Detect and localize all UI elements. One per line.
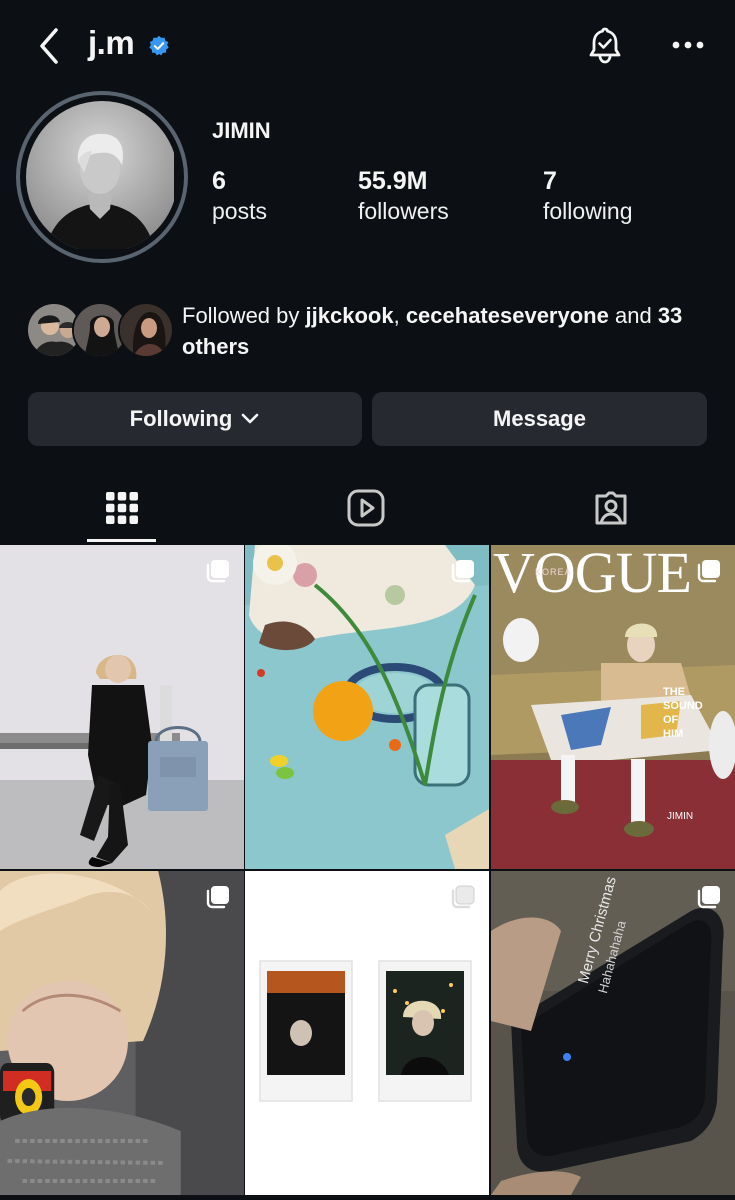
post-selfie-camera-image [0, 871, 244, 1195]
tab-tagged[interactable] [576, 480, 646, 536]
followed-by-prefix: Followed by [182, 303, 300, 328]
post-polaroids-image [245, 871, 489, 1195]
profile-avatar[interactable] [16, 91, 188, 263]
post-thumbnail[interactable] [0, 871, 244, 1195]
multiple-images-icon [206, 886, 229, 909]
avatar [118, 302, 174, 358]
notifications-button[interactable] [583, 24, 627, 68]
conjunction: and [614, 303, 652, 328]
stat-value: 7 [543, 167, 557, 195]
avatar-photo [26, 101, 174, 249]
magazine-edition: KOREA [535, 567, 572, 577]
stat-label: followers [358, 198, 449, 224]
back-button[interactable] [30, 24, 70, 68]
cover-name: JIMIN [667, 811, 694, 822]
followed-by-text[interactable]: Followed by jjkckook, cecehateseveryone … [182, 300, 722, 362]
top-bar: j.m [0, 0, 735, 95]
stat-label: following [543, 198, 633, 224]
post-thumbnail[interactable] [245, 871, 489, 1195]
mutual-user-link[interactable]: cecehateseveryone [406, 303, 609, 328]
more-options-button[interactable] [668, 30, 708, 60]
multiple-images-icon [206, 560, 229, 583]
message-button[interactable]: Message [372, 392, 707, 446]
multiple-images-icon [697, 886, 720, 909]
stat-label: posts [212, 198, 267, 224]
verified-badge-icon [149, 35, 169, 56]
post-table-still-life-image [245, 545, 489, 869]
bell-icon [589, 27, 621, 64]
stat-value: 6 [212, 167, 226, 195]
following-button[interactable]: Following [28, 392, 362, 446]
chevron-down-icon [242, 413, 259, 424]
following-label: Following [129, 406, 233, 431]
tab-posts[interactable] [87, 480, 157, 536]
posts-count[interactable]: 6 posts [212, 166, 267, 226]
more-horizontal-icon [672, 41, 704, 49]
multiple-images-icon [451, 885, 475, 909]
grid-icon [106, 492, 138, 524]
multiple-images-icon [697, 560, 720, 583]
post-suit-bench-image [0, 545, 244, 869]
posts-grid: VOGUE KOREA THE SOUND OF HIM JIMIN Merry… [0, 545, 735, 1200]
username-title: j.m [88, 24, 135, 61]
post-thumbnail[interactable]: Merry Christmas Hahahahaha [491, 871, 735, 1195]
followers-count[interactable]: 55.9M followers [358, 166, 449, 226]
post-thumbnail[interactable] [245, 545, 489, 869]
avatar [26, 101, 178, 253]
tab-reels[interactable] [331, 480, 401, 536]
multiple-images-icon [451, 560, 474, 583]
separator: , [393, 303, 400, 328]
profile-full-name: JIMIN [212, 118, 271, 143]
post-thumbnail[interactable]: VOGUE KOREA THE SOUND OF HIM JIMIN [491, 545, 735, 869]
mutual-user-link[interactable]: jjkckook [306, 303, 394, 328]
chevron-left-icon [40, 28, 58, 64]
selected-tab-indicator [87, 539, 156, 542]
profile-screen: j.m JIMIN 6 posts 55.9M followers 7 foll… [0, 0, 735, 1200]
stat-value: 55.9M [358, 167, 428, 195]
message-label: Message [493, 406, 586, 431]
tagged-icon [595, 491, 627, 525]
mutual-followers-avatars[interactable] [26, 302, 176, 360]
cover-headline: THE SOUND OF HIM [663, 686, 703, 740]
following-count[interactable]: 7 following [543, 166, 633, 226]
reels-icon [347, 489, 385, 527]
post-thumbnail[interactable] [0, 545, 244, 869]
